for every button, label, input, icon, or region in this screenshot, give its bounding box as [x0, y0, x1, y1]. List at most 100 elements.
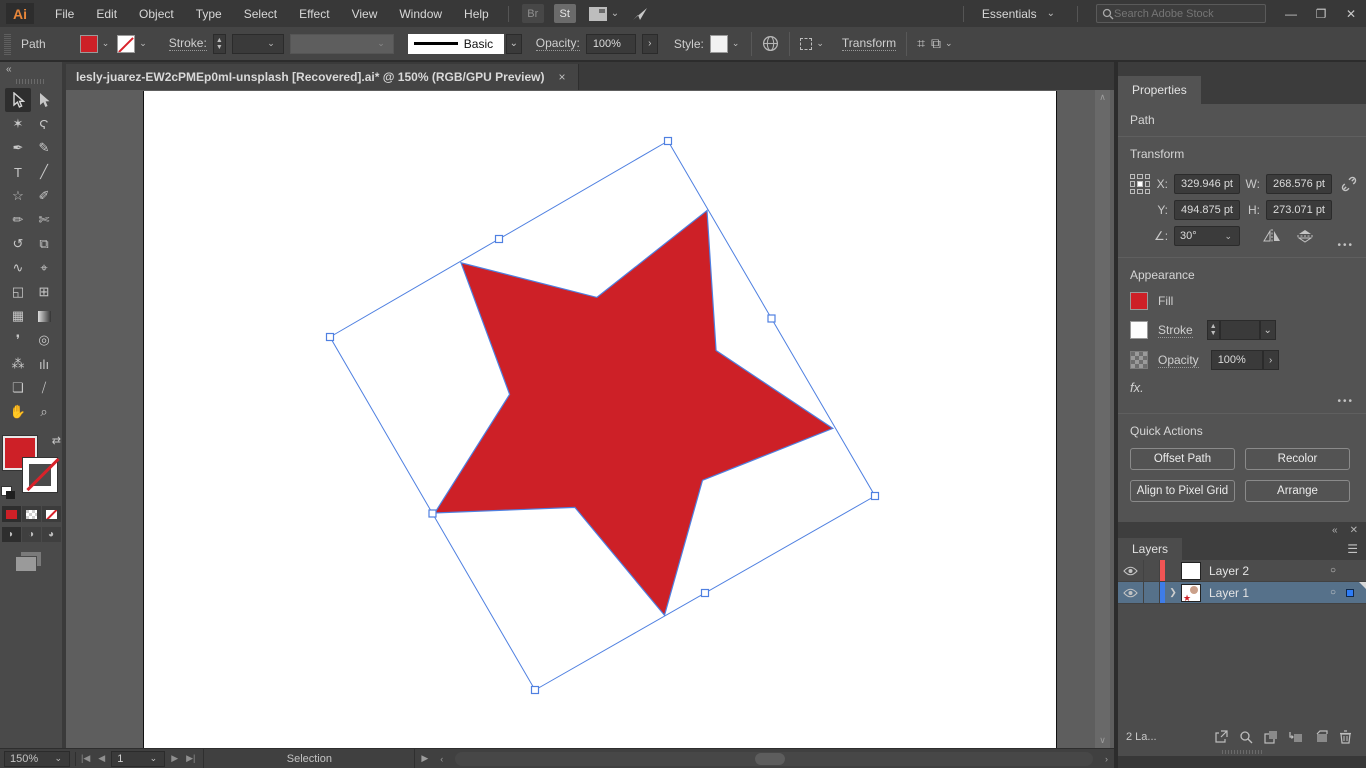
- more-options-icon[interactable]: •••: [1337, 240, 1354, 251]
- chevron-down-icon[interactable]: ⌄: [1260, 320, 1276, 340]
- menu-select[interactable]: Select: [233, 0, 288, 27]
- close-panel-icon[interactable]: ✕: [1350, 525, 1358, 536]
- selection-handle[interactable]: [429, 510, 436, 517]
- menu-view[interactable]: View: [341, 0, 389, 27]
- scale-tool[interactable]: ⧉: [31, 232, 57, 256]
- color-mode-button[interactable]: [2, 506, 21, 522]
- target-circle-icon[interactable]: ○: [1320, 565, 1346, 576]
- rotate-tool[interactable]: ↺: [5, 232, 31, 256]
- previous-artboard-button[interactable]: ◀: [98, 753, 105, 764]
- offset-path-button[interactable]: Offset Path: [1130, 448, 1235, 470]
- opacity-link[interactable]: Opacity:: [536, 36, 580, 51]
- document-tab[interactable]: lesly-juarez-EW2cPMEp0mI-unsplash [Recov…: [66, 64, 579, 90]
- star-shape-tool[interactable]: ☆: [5, 184, 31, 208]
- zoom-tool[interactable]: ⌕: [31, 400, 57, 424]
- selection-handle[interactable]: [665, 138, 672, 145]
- layer-name[interactable]: Layer 1: [1209, 586, 1320, 600]
- column-graph-tool[interactable]: ılı: [31, 352, 57, 376]
- visibility-eye-icon[interactable]: [1118, 582, 1144, 603]
- more-options-icon[interactable]: •••: [1337, 396, 1354, 407]
- chevron-down-icon[interactable]: ⌄: [100, 38, 112, 49]
- selection-handle[interactable]: [327, 334, 334, 341]
- reference-point-selector[interactable]: [1130, 174, 1150, 194]
- align-icon[interactable]: ⌗: [917, 35, 925, 52]
- scrollbar-thumb[interactable]: [755, 753, 785, 765]
- layer-name[interactable]: Layer 2: [1209, 564, 1320, 578]
- close-button[interactable]: ✕: [1336, 0, 1366, 27]
- fill-color-swatch[interactable]: [80, 35, 98, 53]
- align-to-pixel-grid-button[interactable]: Align to Pixel Grid: [1130, 480, 1235, 502]
- panel-menu-icon[interactable]: ☰: [1347, 542, 1366, 556]
- stroke-weight-stepper[interactable]: ▲▼: [1207, 320, 1220, 340]
- delete-layer-icon[interactable]: [1333, 730, 1358, 744]
- selection-handle[interactable]: [702, 590, 709, 597]
- select-similar-icon[interactable]: [800, 38, 812, 50]
- new-layer-icon[interactable]: [1308, 730, 1333, 744]
- layer-thumbnail[interactable]: ★: [1181, 584, 1201, 602]
- screen-mode-button[interactable]: [21, 552, 41, 566]
- curvature-tool[interactable]: ✎: [31, 136, 57, 160]
- visibility-eye-icon[interactable]: [1118, 560, 1144, 581]
- workspace-switcher[interactable]: Essentials ⌄: [972, 7, 1069, 21]
- fx-button[interactable]: fx.: [1130, 380, 1354, 395]
- panel-grip[interactable]: [4, 33, 11, 55]
- chevron-down-icon[interactable]: ⌄: [814, 38, 826, 49]
- selection-handle[interactable]: [872, 493, 879, 500]
- direct-selection-tool[interactable]: [31, 88, 57, 112]
- perspective-grid-tool[interactable]: ⊞: [31, 280, 57, 304]
- expand-layer-icon[interactable]: ❯: [1165, 587, 1181, 598]
- distribute-icon[interactable]: ⧉: [931, 35, 941, 52]
- stroke-weight-value[interactable]: ⌄: [232, 34, 284, 54]
- menu-type[interactable]: Type: [185, 0, 233, 27]
- horizontal-scrollbar[interactable]: [455, 752, 1093, 766]
- mesh-tool[interactable]: ▦: [5, 304, 31, 328]
- menu-edit[interactable]: Edit: [85, 0, 128, 27]
- next-artboard-button[interactable]: ▶: [171, 753, 178, 764]
- w-field[interactable]: 268.576 pt: [1266, 174, 1332, 194]
- chevron-down-icon[interactable]: ⌄: [611, 8, 619, 19]
- opacity-link[interactable]: Opacity: [1158, 353, 1199, 368]
- menu-window[interactable]: Window: [388, 0, 453, 27]
- artboard-tool[interactable]: ❏: [5, 376, 31, 400]
- collapse-panel-icon[interactable]: «: [1332, 525, 1338, 536]
- magic-wand-tool[interactable]: ✶: [5, 112, 31, 136]
- opacity-field[interactable]: 100%: [1211, 350, 1263, 370]
- panel-resize-grip[interactable]: [1118, 748, 1366, 756]
- tab-properties[interactable]: Properties: [1118, 76, 1201, 104]
- unlink-proportions-icon[interactable]: [1339, 174, 1359, 194]
- symbol-sprayer-tool[interactable]: ⁂: [5, 352, 31, 376]
- chevron-down-icon[interactable]: ⌄: [137, 38, 149, 49]
- target-circle-icon[interactable]: ○: [1320, 587, 1346, 598]
- lock-toggle-cell[interactable]: [1144, 582, 1160, 603]
- none-mode-button[interactable]: [42, 506, 61, 522]
- menu-help[interactable]: Help: [453, 0, 500, 27]
- stroke-link[interactable]: Stroke: [1158, 323, 1193, 338]
- flip-horizontal-icon[interactable]: [1263, 229, 1281, 243]
- recolor-button[interactable]: Recolor: [1245, 448, 1350, 470]
- collect-for-export-icon[interactable]: [1208, 730, 1233, 744]
- shape-builder-tool[interactable]: ◱: [5, 280, 31, 304]
- pen-tool[interactable]: ✒: [5, 136, 31, 160]
- flip-vertical-icon[interactable]: [1297, 229, 1313, 243]
- arrange-button[interactable]: Arrange: [1245, 480, 1350, 502]
- rotation-angle-dropdown[interactable]: 30° ⌄: [1174, 226, 1240, 246]
- gradient-mode-button[interactable]: [22, 506, 41, 522]
- hand-tool[interactable]: ✋: [5, 400, 31, 424]
- brush-definition[interactable]: Basic: [408, 34, 504, 54]
- share-icon[interactable]: [631, 6, 649, 22]
- draw-behind-button[interactable]: ◑: [22, 527, 41, 542]
- lasso-tool[interactable]: Ϛ: [31, 112, 57, 136]
- last-artboard-button[interactable]: ▶|: [186, 753, 195, 764]
- stroke-weight-field[interactable]: [1220, 320, 1260, 340]
- layer-thumbnail[interactable]: [1181, 562, 1201, 580]
- line-segment-tool[interactable]: ╱: [31, 160, 57, 184]
- menu-file[interactable]: File: [44, 0, 85, 27]
- stroke-weight-stepper[interactable]: ▲▼: [213, 34, 226, 54]
- selection-tool[interactable]: [5, 88, 31, 112]
- close-tab-icon[interactable]: ×: [559, 70, 566, 84]
- selection-indicator[interactable]: [1346, 589, 1366, 597]
- status-back-icon[interactable]: ‹: [434, 754, 449, 764]
- artboard-navigation-dropdown[interactable]: 1 ⌄: [111, 751, 165, 767]
- shaper-tool[interactable]: ✏: [5, 208, 31, 232]
- eyedropper-tool[interactable]: ❜: [5, 328, 31, 352]
